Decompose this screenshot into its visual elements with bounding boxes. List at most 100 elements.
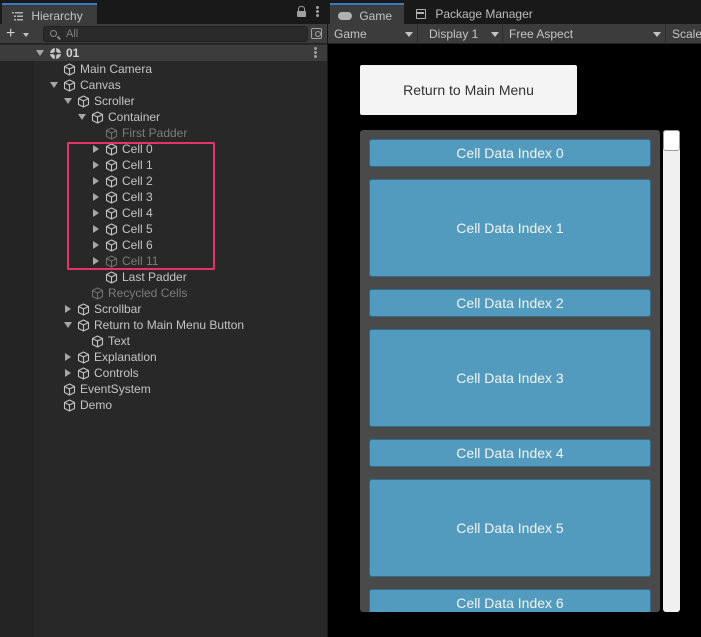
cell-scroller[interactable]: Cell Data Index 0 Cell Data Index 1 Cell D…	[360, 130, 660, 612]
chevron-down-icon	[405, 32, 413, 37]
gameobject-cube-icon	[77, 351, 90, 364]
gameobject-cube-icon	[91, 287, 104, 300]
hierarchy-tab-bar: Hierarchy	[0, 0, 327, 24]
add-plus-icon: +	[6, 25, 16, 42]
hierarchy-item-label: First Padder	[122, 126, 188, 140]
foldout-expanded-icon[interactable]	[78, 114, 86, 120]
scene-options-icon[interactable]	[314, 47, 317, 58]
cell-data-label: Cell Data Index 2	[456, 295, 564, 311]
foldout-collapsed-icon[interactable]	[65, 305, 71, 313]
gameobject-cube-icon	[77, 95, 90, 108]
search-icon	[50, 30, 57, 37]
gameobject-cube-icon	[105, 271, 118, 284]
hierarchy-item[interactable]: Main Camera	[0, 61, 327, 77]
hierarchy-item-label: Last Padder	[122, 270, 187, 284]
scroller-scrollbar[interactable]	[663, 130, 680, 612]
hierarchy-item-label: 01	[66, 46, 80, 60]
hierarchy-item[interactable]: Last Padder	[0, 269, 327, 285]
chevron-down-icon	[23, 33, 29, 37]
hierarchy-item-label: Main Camera	[80, 62, 153, 76]
game-toolbar: Game Display 1 Free Aspect Scale	[328, 24, 701, 44]
cell-data-label: Cell Data Index 0	[456, 145, 564, 161]
hierarchy-item[interactable]: Explanation	[0, 349, 327, 365]
gameobject-cube-icon	[77, 319, 90, 332]
aspect-value: Free Aspect	[509, 27, 574, 41]
foldout-collapsed-icon[interactable]	[65, 353, 71, 361]
cell-data-item[interactable]: Cell Data Index 0	[369, 139, 651, 167]
search-filter-icon[interactable]	[311, 28, 322, 39]
hierarchy-list-icon	[12, 12, 23, 21]
tab-hierarchy[interactable]: Hierarchy	[2, 3, 97, 24]
scrollbar-handle[interactable]	[663, 130, 680, 151]
return-to-main-menu-button[interactable]: Return to Main Menu	[360, 65, 577, 115]
chevron-down-icon	[491, 32, 499, 37]
scene-icon	[49, 47, 62, 60]
add-object-button[interactable]: +	[6, 26, 36, 42]
scale-label: Scale	[672, 27, 701, 41]
hierarchy-item[interactable]: Recycled Cells	[0, 285, 327, 301]
hierarchy-item[interactable]: Demo	[0, 397, 327, 413]
display-mode-value: Game	[334, 27, 367, 41]
hierarchy-item-label: Return to Main Menu Button	[94, 318, 245, 332]
hierarchy-item[interactable]: EventSystem	[0, 381, 327, 397]
aspect-dropdown[interactable]: Free Aspect	[503, 24, 666, 44]
hierarchy-item[interactable]: Controls	[0, 365, 327, 381]
foldout-expanded-icon[interactable]	[36, 50, 44, 56]
scale-slider[interactable]: Scale	[666, 24, 701, 44]
tab-package-manager[interactable]: Package Manager	[408, 3, 548, 24]
chevron-down-icon	[653, 32, 661, 37]
hierarchy-toolbar: +	[0, 24, 327, 44]
game-panel: Game Package Manager Game Display 1 Free…	[328, 0, 701, 637]
hierarchy-item-label: Text	[108, 334, 131, 348]
hierarchy-search[interactable]	[43, 26, 308, 42]
cell-data-item[interactable]: Cell Data Index 4	[369, 439, 651, 467]
hierarchy-item[interactable]: Scroller	[0, 93, 327, 109]
gameobject-cube-icon	[63, 399, 76, 412]
hierarchy-item-label: Scrollbar	[94, 302, 142, 316]
display-dropdown[interactable]: Display 1	[423, 24, 503, 44]
tab-game-label: Game	[359, 9, 393, 23]
tab-game[interactable]: Game	[330, 3, 404, 24]
gameobject-cube-icon	[77, 303, 90, 316]
hierarchy-item[interactable]: Canvas	[0, 77, 327, 93]
cell-data-label: Cell Data Index 1	[456, 220, 564, 236]
search-input[interactable]	[66, 27, 296, 41]
gameobject-cube-icon	[63, 63, 76, 76]
cell-data-label: Cell Data Index 3	[456, 370, 564, 386]
cell-data-item[interactable]: Cell Data Index 3	[369, 329, 651, 427]
hierarchy-tree: 01 Main Camera Canvas Scroller Container Firs…	[0, 45, 327, 637]
hierarchy-item[interactable]: Container	[0, 109, 327, 125]
hierarchy-item[interactable]: First Padder	[0, 125, 327, 141]
gameobject-cube-icon	[91, 335, 104, 348]
scene-row[interactable]: 01	[0, 45, 327, 61]
foldout-expanded-icon[interactable]	[50, 82, 58, 88]
cell-data-item[interactable]: Cell Data Index 5	[369, 479, 651, 577]
gameobject-cube-icon	[77, 367, 90, 380]
hierarchy-item[interactable]: Text	[0, 333, 327, 349]
cell-data-item[interactable]: Cell Data Index 2	[369, 289, 651, 317]
display-value: Display 1	[429, 27, 479, 41]
gameobject-cube-icon	[105, 127, 118, 140]
foldout-expanded-icon[interactable]	[64, 98, 72, 104]
more-options-icon[interactable]	[316, 6, 319, 17]
cell-data-item[interactable]: Cell Data Index 1	[369, 179, 651, 277]
gameobject-cube-icon	[63, 383, 76, 396]
hierarchy-item-label: Controls	[94, 366, 139, 380]
selection-highlight-box	[67, 142, 215, 270]
game-tab-bar: Game Package Manager	[328, 0, 701, 24]
display-mode-dropdown[interactable]: Game	[328, 24, 418, 44]
cell-data-label: Cell Data Index 6	[456, 595, 564, 611]
hierarchy-item-label: Scroller	[94, 94, 135, 108]
hierarchy-item-label: Container	[108, 110, 161, 124]
package-icon	[416, 9, 426, 19]
game-viewport: Return to Main Menu Cell Data Index 0 Cel…	[328, 45, 701, 637]
hierarchy-item[interactable]: Return to Main Menu Button	[0, 317, 327, 333]
hierarchy-tab-tools	[297, 6, 319, 17]
hierarchy-item-label: Recycled Cells	[108, 286, 188, 300]
cell-data-item[interactable]: Cell Data Index 6	[369, 589, 651, 612]
tab-hierarchy-label: Hierarchy	[31, 9, 83, 23]
hierarchy-item[interactable]: Scrollbar	[0, 301, 327, 317]
lock-icon[interactable]	[297, 6, 306, 17]
foldout-expanded-icon[interactable]	[64, 322, 72, 328]
foldout-collapsed-icon[interactable]	[65, 369, 71, 377]
